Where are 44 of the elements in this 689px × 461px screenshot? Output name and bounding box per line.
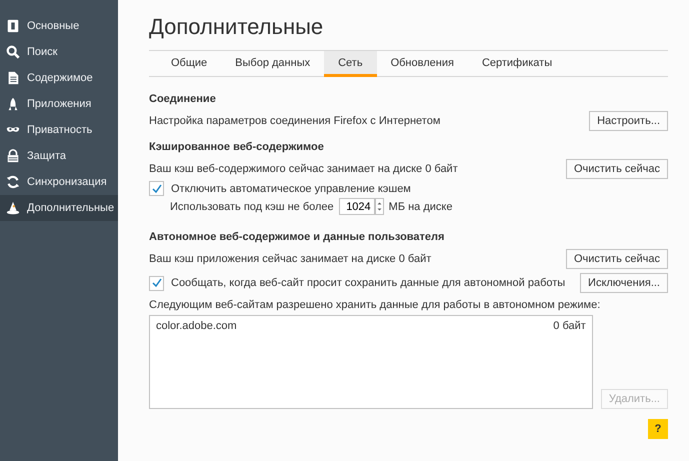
category-icon [6, 175, 20, 189]
sidebar-item[interactable]: Содержимое [0, 65, 118, 91]
help-button[interactable]: ? [648, 419, 668, 439]
sidebar-item[interactable]: Основные [0, 13, 118, 39]
category-icon [6, 97, 20, 111]
sidebar-item[interactable]: Дополнительные [0, 195, 118, 221]
tab[interactable]: Выбор данных [221, 51, 324, 77]
section-heading: Автономное веб-содержимое и данные пользователя [149, 231, 446, 243]
unit-label: МБ на диске [388, 200, 452, 212]
checkbox[interactable] [149, 181, 164, 196]
spinner-icon[interactable] [374, 198, 384, 215]
sidebar-item[interactable]: Приложения [0, 91, 118, 117]
site-size: 0 байт [553, 320, 586, 332]
category-icon [6, 45, 20, 59]
category-icon [6, 201, 20, 215]
checkbox[interactable] [149, 276, 164, 290]
sidebar-item[interactable]: Поиск [0, 39, 118, 65]
number-field[interactable]: 1024 [338, 198, 375, 215]
description: Ваш кэш приложения сейчас занимает на диске 0 байт [149, 253, 432, 265]
settings-button[interactable]: Настроить... [589, 111, 668, 131]
tab[interactable]: Общие [157, 51, 222, 77]
tab[interactable]: Сертификаты [468, 51, 566, 77]
sidebar-item[interactable]: Приватность [0, 117, 118, 143]
list-label: Следующим веб-сайтам разрешено хранить данные для работы в автономном режиме: [149, 299, 602, 311]
description: Ваш кэш веб-содержимого сейчас занимает на диске 0 байт [149, 163, 458, 175]
section-heading: Соединение [149, 93, 217, 105]
clear-button[interactable]: Очистить сейчас [566, 159, 668, 179]
description: Настройка параметров соединения Firefox с Интернетом [149, 115, 440, 127]
exceptions-button[interactable]: Исключения... [580, 273, 668, 293]
checkbox-label[interactable]: Отключить автоматическое управление кэшем [171, 182, 411, 194]
checkbox-label[interactable]: Сообщать, когда веб-сайт просит сохранить данные для автономной работы [171, 277, 566, 289]
category-icon [6, 19, 20, 33]
tab[interactable]: Сеть [324, 51, 377, 77]
limit-label: Использовать под кэш не более [170, 200, 334, 212]
sidebar-item[interactable]: Защита [0, 143, 118, 169]
category-icon [6, 149, 20, 163]
clear-button[interactable]: Очистить сейчас [566, 249, 668, 269]
page-title: Дополнительные [149, 14, 324, 40]
tab[interactable]: Обновления [376, 51, 468, 77]
section-heading: Кэшированное веб-содержимое [149, 141, 325, 153]
site-list[interactable]: color.adobe.com 0 байт [149, 315, 593, 409]
sidebar-item[interactable]: Синхронизация [0, 169, 118, 195]
category-icon [6, 71, 20, 85]
site-name[interactable]: color.adobe.com [156, 320, 237, 332]
